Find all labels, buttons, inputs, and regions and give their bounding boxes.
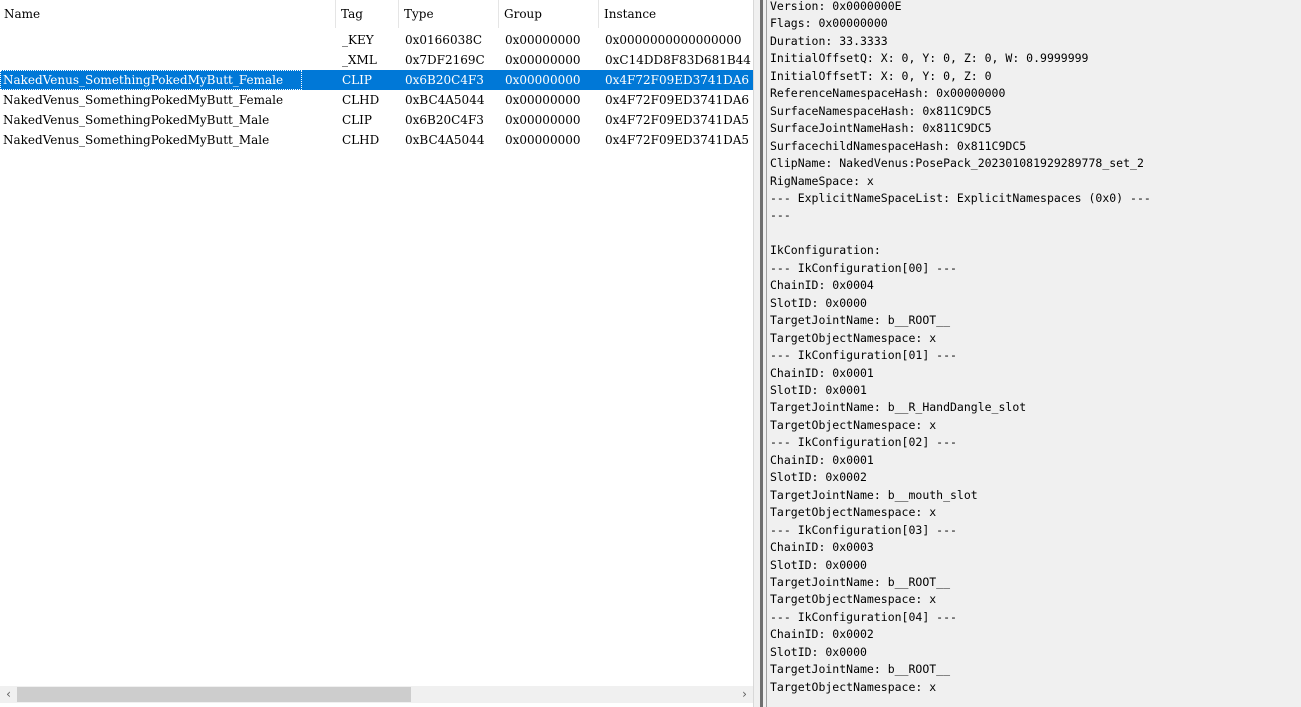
cell-name	[0, 50, 302, 70]
cell-tag: CLHD	[342, 93, 380, 107]
cell-type: 0x0166038C	[405, 33, 483, 47]
table-row[interactable]: NakedVenus_SomethingPokedMyButt_Male CLHD…	[0, 130, 753, 150]
details-text-area[interactable]: Version: 0x0000000E Flags: 0x00000000 Du…	[766, 0, 1301, 707]
cell-type: 0x6B20C4F3	[405, 113, 484, 127]
cell-type: 0xBC4A5044	[405, 93, 485, 107]
cell-name: NakedVenus_SomethingPokedMyButt_Male	[3, 133, 270, 147]
cell-group: 0x00000000	[505, 33, 581, 47]
horizontal-scrollbar[interactable]: ‹ ›	[0, 686, 753, 703]
column-header-type[interactable]: Type	[400, 0, 499, 28]
table-row[interactable]: NakedVenus_SomethingPokedMyButt_Female CL…	[0, 90, 753, 110]
cell-tag: CLIP	[342, 73, 372, 87]
cell-group: 0x00000000	[505, 113, 581, 127]
cell-name	[0, 30, 302, 50]
cell-group: 0x00000000	[505, 133, 581, 147]
table-row[interactable]: _XML 0x7DF2169C 0x00000000 0xC14DD8F83D681B…	[0, 50, 753, 70]
cell-instance: 0x4F72F09ED3741DA5	[605, 113, 750, 127]
cell-instance: 0x4F72F09ED3741DA6	[605, 73, 750, 87]
table-row[interactable]: NakedVenus_SomethingPokedMyButt_Male CLIP…	[0, 110, 753, 130]
column-header-name[interactable]: Name	[0, 0, 336, 28]
cell-instance: 0x4F72F09ED3741DA6	[605, 93, 750, 107]
scrollbar-thumb[interactable]	[17, 687, 411, 702]
cell-tag: CLHD	[342, 133, 380, 147]
cell-instance: 0x0000000000000000	[605, 33, 742, 47]
table-row[interactable]: _KEY 0x0166038C 0x00000000 0x00000000000000…	[0, 30, 753, 50]
details-text[interactable]: Version: 0x0000000E Flags: 0x00000000 Du…	[767, 0, 1301, 696]
chevron-right-icon[interactable]: ›	[736, 686, 753, 703]
cell-type: 0x7DF2169C	[405, 53, 485, 67]
list-header: Name Tag Type Group Instance	[0, 0, 753, 28]
splitter-handle[interactable]	[760, 0, 763, 707]
cell-name: NakedVenus_SomethingPokedMyButt_Female	[3, 93, 284, 107]
cell-name: NakedVenus_SomethingPokedMyButt_Female	[0, 70, 302, 90]
cell-name: NakedVenus_SomethingPokedMyButt_Male	[3, 113, 270, 127]
cell-group: 0x00000000	[505, 93, 581, 107]
cell-group: 0x00000000	[505, 53, 581, 67]
resource-list-view[interactable]: Name Tag Type Group Instance _KEY 0x01660…	[0, 0, 753, 707]
cell-type: 0xBC4A5044	[405, 133, 485, 147]
cell-instance: 0xC14DD8F83D681B44	[605, 53, 751, 67]
cell-tag: _KEY	[342, 33, 374, 47]
cell-tag: CLIP	[342, 113, 372, 127]
cell-instance: 0x4F72F09ED3741DA5	[605, 133, 750, 147]
column-header-tag[interactable]: Tag	[337, 0, 399, 28]
cell-type: 0x6B20C4F3	[405, 73, 484, 87]
cell-tag: _XML	[342, 53, 377, 67]
column-header-group[interactable]: Group	[500, 0, 599, 28]
table-row[interactable]: NakedVenus_SomethingPokedMyButt_Female CL…	[0, 70, 753, 90]
pane-splitter[interactable]	[753, 0, 765, 707]
cell-group: 0x00000000	[505, 73, 581, 87]
column-header-instance[interactable]: Instance	[600, 0, 753, 28]
chevron-left-icon[interactable]: ‹	[0, 686, 17, 703]
